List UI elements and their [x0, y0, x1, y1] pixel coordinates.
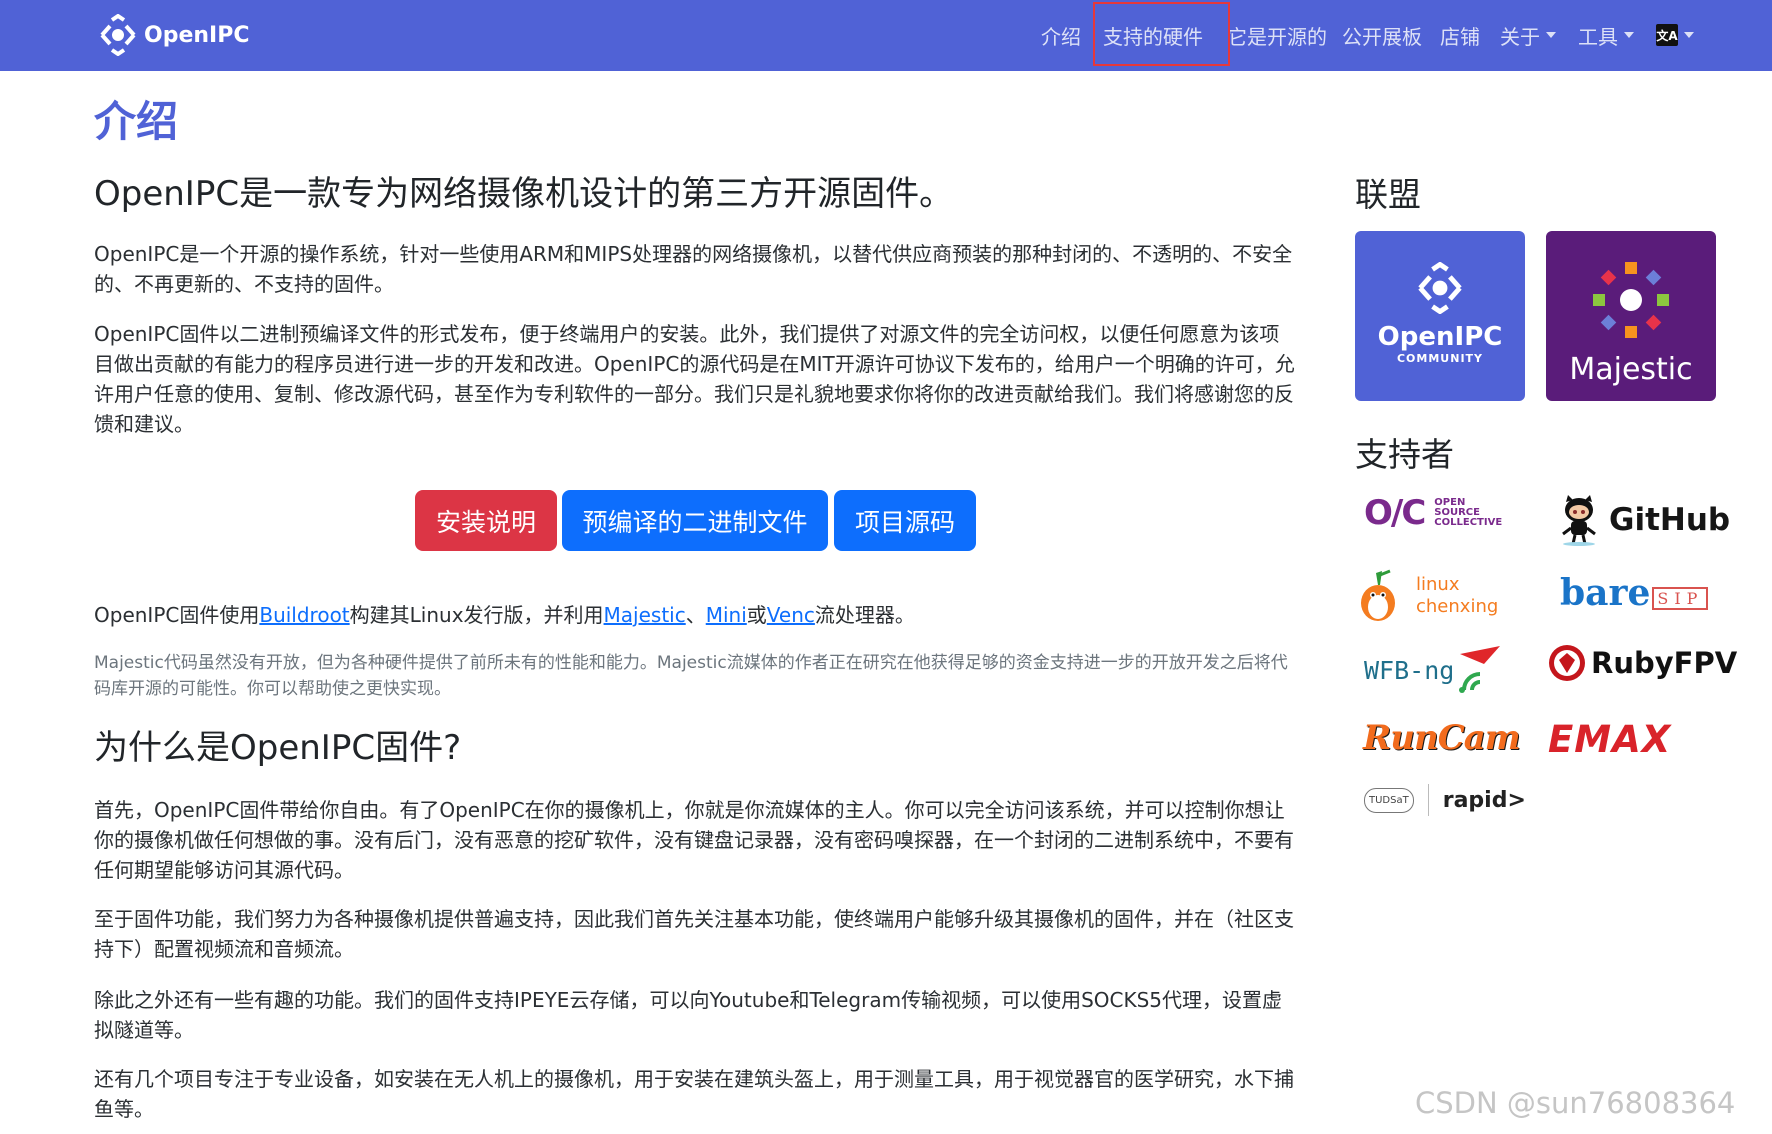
baresip-wordmark-a: bare [1560, 572, 1651, 614]
majestic-note: Majestic代码虽然没有开放，但为各种硬件提供了前所未有的性能和能力。Maj… [94, 653, 1288, 699]
supporter-runcam[interactable]: RunCam [1363, 714, 1521, 762]
build-text-3: 流处理器。 [814, 603, 915, 627]
intro-paragraph-1: OpenIPC是一个开源的操作系统，针对一些使用ARM和MIPS处理器的网络摄像… [94, 242, 1293, 296]
nav-open-source-label: 它是开源的 [1227, 24, 1327, 49]
github-octocat-icon [1562, 495, 1596, 546]
openipc-logo-icon [100, 14, 136, 56]
nav-about-dropdown[interactable]: 关于 [1500, 20, 1556, 50]
linux-line-1: linux [1416, 574, 1460, 595]
build-or: 或 [746, 603, 767, 627]
alliance-openipc-sub: COMMUNITY [1396, 352, 1484, 365]
tudsat-wordmark: TUDSaT [1364, 787, 1414, 813]
supporter-divider [1427, 784, 1429, 816]
nav-public-board[interactable]: 公开展板 [1342, 20, 1422, 50]
baresip-wordmark-b: SIP [1652, 586, 1709, 610]
supporters-heading: 支持者 [1355, 435, 1454, 474]
alliance-heading: 联盟 [1355, 175, 1421, 214]
osc-logo-mark: O/C [1364, 493, 1426, 533]
brand-name: OpenIPC [144, 22, 250, 48]
build-info-paragraph: OpenIPC固件使用Buildroot构建其Linux发行版，并利用Majes… [94, 600, 1299, 630]
supporter-rubyfpv[interactable]: RubyFPV [1547, 639, 1737, 687]
alliance-majestic-name: Majestic [1569, 352, 1693, 387]
build-text-1: OpenIPC固件使用 [94, 603, 260, 627]
chevron-down-icon [1624, 32, 1634, 38]
buildroot-link[interactable]: Buildroot [259, 603, 349, 627]
alliance-majestic-tile[interactable]: Majestic [1546, 231, 1716, 401]
translate-icon: 文A [1656, 24, 1678, 46]
nav-tools-label: 工具 [1578, 24, 1618, 49]
supporter-linux-chenxing[interactable]: linux chenxing [1356, 568, 1498, 624]
alliance-openipc-name: OpenIPC [1377, 322, 1503, 352]
rubyfpv-wordmark: RubyFPV [1591, 646, 1738, 680]
openipc-logo-icon [1418, 262, 1462, 314]
alliance-openipc-tile[interactable]: OpenIPC COMMUNITY [1355, 231, 1525, 401]
nav-public-board-label: 公开展板 [1342, 24, 1422, 49]
supporter-tudsat[interactable]: TUDSaT rapid> [1364, 780, 1526, 820]
why-paragraph-4: 还有几个项目专注于专业设备，如安装在无人机上的摄像机，用于安装在建筑头盔上，用于… [94, 1067, 1294, 1121]
majestic-logo-icon [1593, 262, 1669, 338]
page-title: 介绍 [94, 97, 179, 146]
majestic-link[interactable]: Majestic [604, 603, 686, 627]
why-paragraph-2: 至于固件功能，我们努力为各种摄像机提供普遍支持，因此我们首先关注基本功能，使终端… [94, 907, 1294, 961]
linux-chenxing-penguin-icon [1361, 569, 1395, 621]
supporter-github[interactable]: GitHub [1557, 492, 1730, 548]
supporter-baresip[interactable]: bare SIP [1560, 571, 1709, 615]
runcam-wordmark: RunCam [1363, 718, 1521, 758]
install-instructions-button[interactable]: 安装说明 [415, 490, 557, 551]
osc-line-3: COLLECTIVE [1434, 517, 1503, 528]
project-source-button[interactable]: 项目源码 [834, 490, 976, 551]
lead-heading: OpenIPC是一款专为网络摄像机设计的第三方开源固件。 [94, 174, 954, 214]
linux-chenxing-text: linux chenxing [1416, 574, 1498, 618]
build-text-2: 构建其Linux发行版，并利用 [349, 603, 604, 627]
chevron-down-icon [1546, 32, 1556, 38]
nav-shop-label: 店铺 [1440, 24, 1480, 49]
supporter-open-source-collective[interactable]: O/C OPEN SOURCE COLLECTIVE [1364, 490, 1502, 536]
why-paragraph-3: 除此之外还有一些有趣的功能。我们的固件支持IPEYE云存储，可以向Youtube… [94, 988, 1283, 1042]
brand-link[interactable]: OpenIPC [96, 14, 250, 56]
why-paragraph-1: 首先，OpenIPC固件带给你自由。有了OpenIPC在你的摄像机上，你就是你流… [94, 798, 1294, 882]
github-wordmark: GitHub [1609, 502, 1731, 538]
venc-link[interactable]: Venc [767, 603, 815, 627]
nav-language-dropdown[interactable]: 文A [1656, 20, 1694, 50]
annotation-highlight-box [1093, 2, 1230, 66]
nav-open-source[interactable]: 它是开源的 [1227, 20, 1327, 50]
prebuilt-binaries-button[interactable]: 预编译的二进制文件 [562, 490, 828, 551]
build-separator: 、 [685, 603, 706, 627]
why-openipc-heading: 为什么是OpenIPC固件? [94, 728, 462, 768]
nav-intro[interactable]: 介绍 [1041, 20, 1081, 50]
intro-paragraph-2: OpenIPC固件以二进制预编译文件的形式发布，便于终端用户的安装。此外，我们提… [94, 322, 1295, 436]
nav-intro-label: 介绍 [1041, 24, 1081, 49]
rubyfpv-gem-icon [1549, 645, 1585, 681]
mini-link[interactable]: Mini [706, 603, 747, 627]
linux-line-2: chenxing [1416, 596, 1499, 617]
supporter-wfb-ng[interactable]: WFB-ng [1364, 642, 1506, 698]
top-navbar: OpenIPC 介绍 支持的硬件 它是开源的 公开展板 店铺 关于 工具 文A [0, 0, 1772, 71]
csdn-watermark: CSDN @sun76808364 [1415, 1086, 1736, 1120]
wfb-ng-antenna-icon [1459, 646, 1501, 693]
emax-wordmark: EMAX [1548, 717, 1672, 761]
wfb-ng-wordmark: WFB-ng [1364, 655, 1455, 685]
osc-logo-text: OPEN SOURCE COLLECTIVE [1434, 498, 1502, 528]
supporter-emax[interactable]: EMAX [1548, 715, 1671, 763]
rapid-wordmark: rapid> [1442, 787, 1526, 813]
nav-tools-dropdown[interactable]: 工具 [1578, 20, 1634, 50]
nav-shop[interactable]: 店铺 [1440, 20, 1480, 50]
nav-about-label: 关于 [1500, 24, 1540, 49]
chevron-down-icon [1684, 32, 1694, 38]
